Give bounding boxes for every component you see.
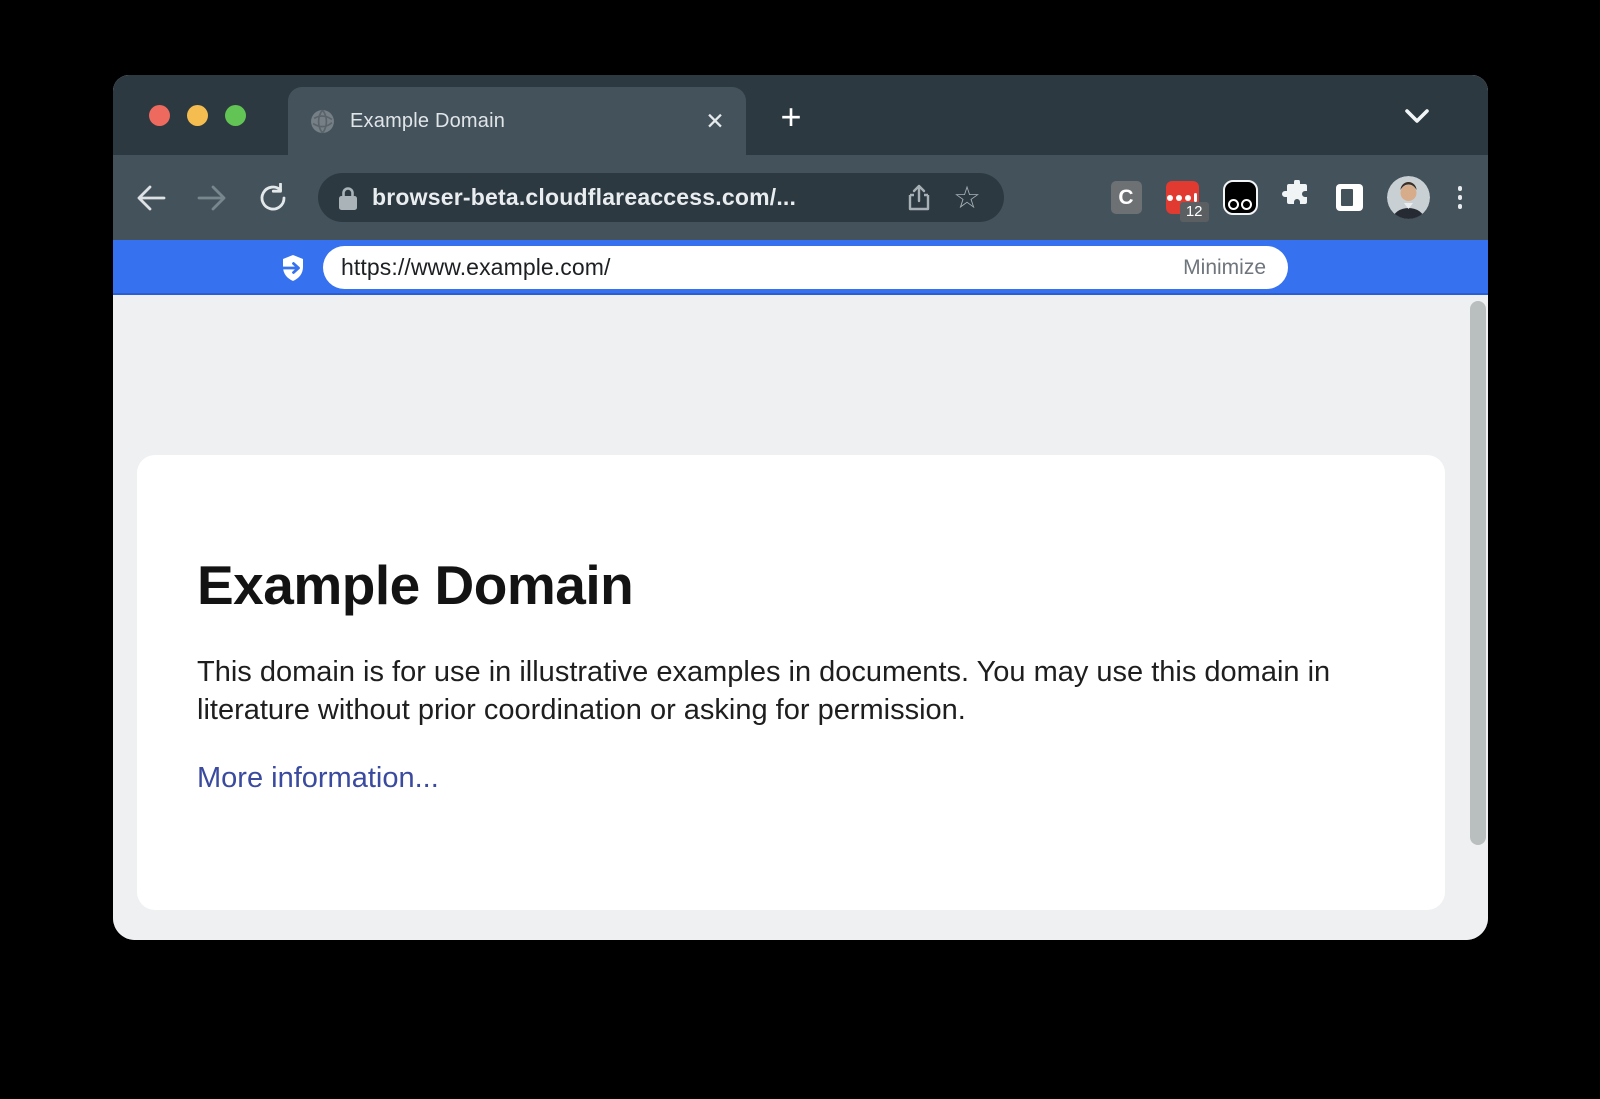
new-tab-button[interactable]: + <box>769 95 813 139</box>
tab-search-chevron-icon[interactable] <box>1398 101 1436 131</box>
minimize-window-button[interactable] <box>187 105 208 126</box>
extensions-area: C 12 <box>1111 176 1467 219</box>
tab-title: Example Domain <box>350 110 683 133</box>
browser-toolbar: browser-beta.cloudflareaccess.com/... ☆ … <box>113 155 1488 240</box>
tab-close-icon[interactable]: ✕ <box>698 104 732 138</box>
more-information-link[interactable]: More information... <box>197 762 439 795</box>
extension-password-icon[interactable]: 12 <box>1166 181 1199 214</box>
extension-c-icon[interactable]: C <box>1111 181 1142 214</box>
extensions-puzzle-icon[interactable] <box>1282 180 1312 215</box>
browser-menu-icon[interactable] <box>1454 182 1467 213</box>
browser-window: Example Domain ✕ + <box>113 75 1488 940</box>
isolation-address-bar[interactable]: https://www.example.com/ Minimize <box>323 246 1288 289</box>
zoom-window-button[interactable] <box>225 105 246 126</box>
address-bar[interactable]: browser-beta.cloudflareaccess.com/... ☆ <box>318 173 1004 222</box>
isolation-shield-icon <box>278 253 308 283</box>
page-viewport: Example Domain This domain is for use in… <box>113 295 1488 940</box>
extension-camera-icon[interactable] <box>1223 180 1258 215</box>
tab-strip: Example Domain ✕ + <box>113 75 1488 155</box>
page-paragraph: This domain is for use in illustrative e… <box>197 653 1352 729</box>
side-panel-icon[interactable] <box>1336 184 1363 211</box>
extension-badge: 12 <box>1180 202 1209 222</box>
close-window-button[interactable] <box>149 105 170 126</box>
active-tab[interactable]: Example Domain ✕ <box>288 87 746 155</box>
scrollbar-thumb[interactable] <box>1470 301 1486 845</box>
page-heading: Example Domain <box>197 553 1385 617</box>
minimize-button[interactable]: Minimize <box>1183 256 1266 280</box>
globe-favicon-icon <box>310 109 335 134</box>
profile-avatar[interactable] <box>1387 176 1430 219</box>
address-bar-url: browser-beta.cloudflareaccess.com/... <box>372 184 888 211</box>
back-button[interactable] <box>129 176 173 220</box>
window-controls <box>149 75 246 155</box>
isolation-url: https://www.example.com/ <box>341 254 1183 281</box>
forward-button[interactable] <box>190 176 234 220</box>
content-card: Example Domain This domain is for use in… <box>137 455 1445 910</box>
lock-icon <box>337 185 359 211</box>
isolation-bar: https://www.example.com/ Minimize <box>113 240 1488 295</box>
bookmark-star-icon[interactable]: ☆ <box>950 181 984 215</box>
reload-button[interactable] <box>251 176 295 220</box>
share-icon[interactable] <box>902 181 936 215</box>
